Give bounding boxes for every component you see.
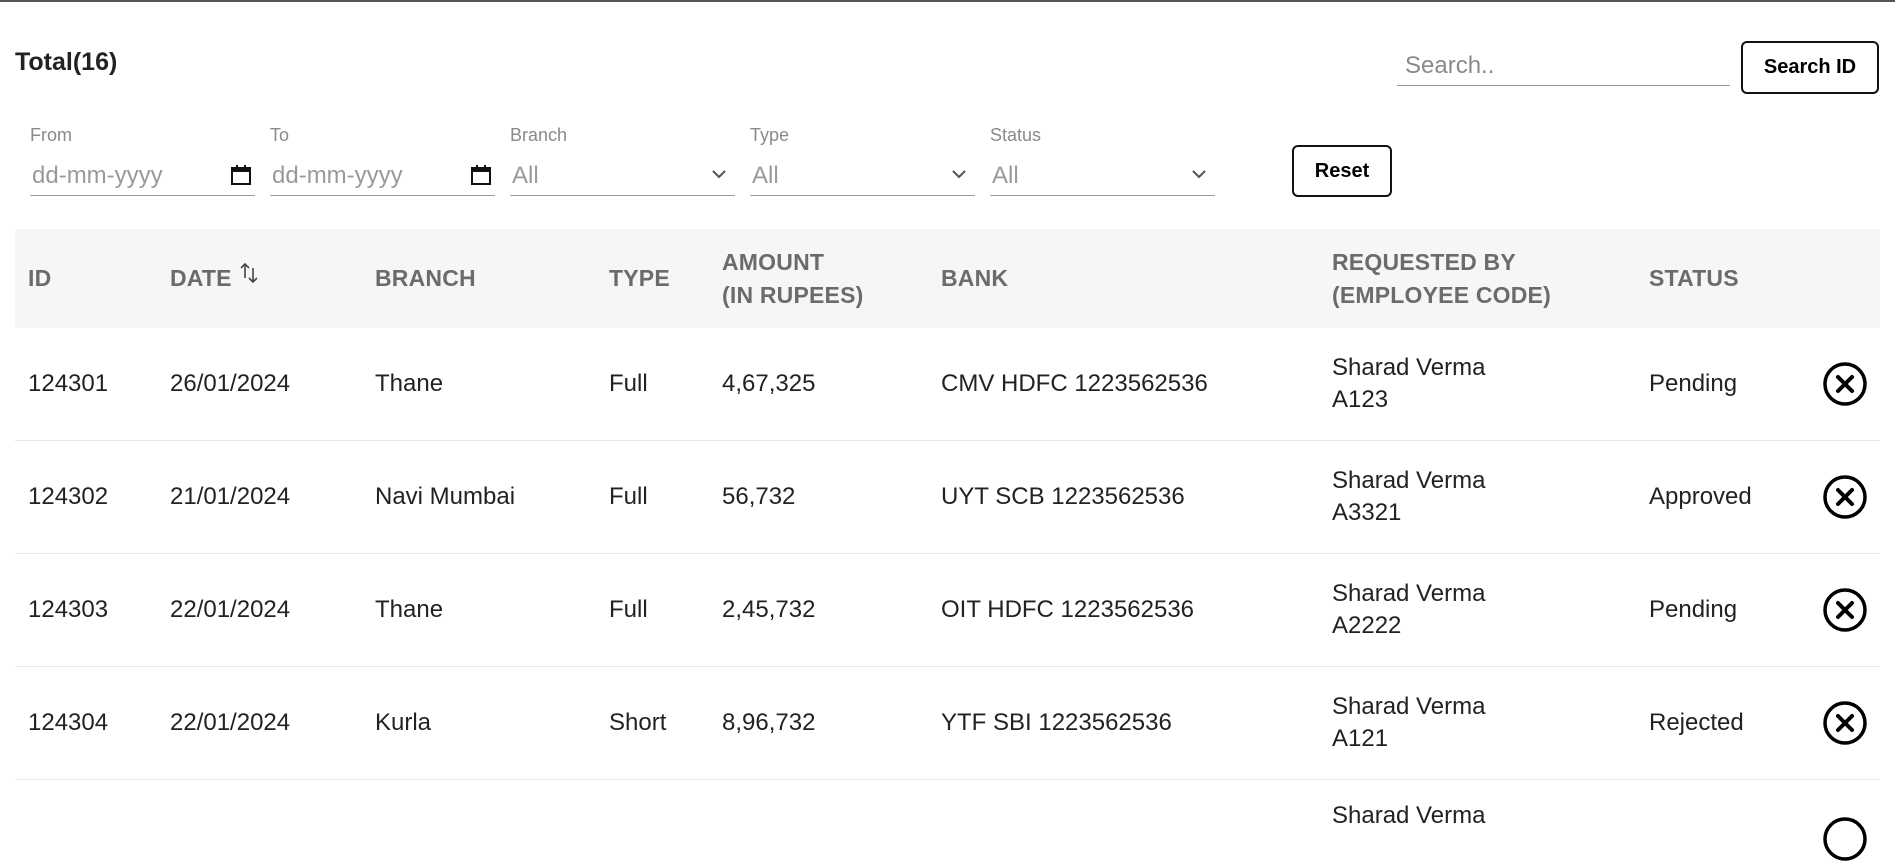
- calendar-icon[interactable]: [470, 164, 492, 186]
- cell-bank: UYT SCB 1223562536: [941, 483, 1185, 510]
- cell-date: 21/01/2024: [170, 483, 291, 510]
- cell-requested-by: Sharad Verma A121: [1332, 667, 1485, 779]
- cell-amount: 2,45,732: [722, 596, 816, 623]
- search-id-button[interactable]: Search ID: [1741, 41, 1879, 94]
- table-row: 124303 22/01/2024 Thane Full 2,45,732 OI…: [15, 554, 1880, 667]
- table-header: ID DATE BRANCH TYPE AMOUNT (IN RUPEES) B…: [15, 229, 1880, 328]
- cell-status: Pending: [1649, 370, 1738, 397]
- cell-id: 124303: [28, 596, 109, 623]
- table-row: 124304 22/01/2024 Kurla Short 8,96,732 Y…: [15, 667, 1880, 780]
- col-header-branch: BRANCH: [375, 265, 476, 291]
- col-header-requested-line2: (EMPLOYEE CODE): [1332, 281, 1551, 308]
- requester-name: Sharad Verma: [1332, 467, 1486, 494]
- top-border: [0, 0, 1895, 2]
- from-label: From: [30, 125, 72, 145]
- search-input[interactable]: [1397, 46, 1730, 86]
- table-row: 124301 26/01/2024 Thane Full 4,67,325 CM…: [15, 328, 1880, 441]
- cell-date: 22/01/2024: [170, 709, 291, 736]
- to-date-placeholder: dd-mm-yyyy: [272, 162, 403, 189]
- table-row-partial: Sharad Verma: [15, 780, 1880, 861]
- to-label: To: [270, 125, 290, 145]
- branch-filter[interactable]: Branch All: [510, 125, 735, 196]
- cell-branch: Navi Mumbai: [375, 483, 516, 510]
- cell-bank: YTF SBI 1223562536: [941, 709, 1172, 736]
- col-header-amount-line2: (IN RUPEES): [722, 281, 864, 308]
- cell-id: 124302: [28, 483, 109, 510]
- requester-name: Sharad Verma: [1332, 354, 1486, 381]
- col-header-amount: AMOUNT (IN RUPEES): [722, 229, 864, 328]
- cell-status: Pending: [1649, 596, 1738, 623]
- calendar-icon[interactable]: [230, 164, 252, 186]
- from-date-placeholder: dd-mm-yyyy: [32, 162, 163, 189]
- col-header-id: ID: [28, 265, 52, 291]
- requester-name: Sharad Verma: [1332, 580, 1486, 607]
- close-circle-icon[interactable]: [1822, 816, 1868, 862]
- col-header-amount-line1: AMOUNT: [722, 248, 825, 275]
- reset-button[interactable]: Reset: [1292, 145, 1392, 197]
- branch-select[interactable]: All: [510, 157, 735, 196]
- chevron-down-icon: [1192, 170, 1206, 179]
- col-header-date[interactable]: DATE: [170, 229, 260, 328]
- requester-name: Sharad Verma: [1332, 802, 1486, 829]
- cell-type: Short: [609, 709, 667, 736]
- status-select-value: All: [992, 162, 1019, 189]
- cell-requested-by: Sharad Verma A2222: [1332, 554, 1485, 666]
- employee-code: A2222: [1332, 612, 1402, 639]
- cell-amount: 4,67,325: [722, 370, 816, 397]
- requests-table: ID DATE BRANCH TYPE AMOUNT (IN RUPEES) B…: [15, 229, 1880, 861]
- type-select-value: All: [752, 162, 779, 189]
- from-date-input[interactable]: dd-mm-yyyy: [30, 157, 255, 196]
- close-circle-icon[interactable]: [1822, 700, 1868, 746]
- col-header-status: STATUS: [1649, 265, 1739, 291]
- to-date-input[interactable]: dd-mm-yyyy: [270, 157, 495, 196]
- cell-amount: 8,96,732: [722, 709, 816, 736]
- sort-icon[interactable]: [238, 261, 260, 285]
- col-header-type: TYPE: [609, 265, 670, 291]
- cell-branch: Thane: [375, 596, 444, 623]
- employee-code: A3321: [1332, 499, 1402, 526]
- close-circle-icon[interactable]: [1822, 474, 1868, 520]
- status-label: Status: [990, 125, 1042, 145]
- cell-type: Full: [609, 483, 648, 510]
- cell-id: 124301: [28, 370, 109, 397]
- col-header-requested-text: REQUESTED BY (EMPLOYEE CODE): [1332, 246, 1551, 312]
- table-row: 124302 21/01/2024 Navi Mumbai Full 56,73…: [15, 441, 1880, 554]
- requester-name: Sharad Verma: [1332, 693, 1486, 720]
- cell-date: 22/01/2024: [170, 596, 291, 623]
- type-select[interactable]: All: [750, 157, 975, 196]
- employee-code: A123: [1332, 386, 1389, 413]
- cell-bank: CMV HDFC 1223562536: [941, 370, 1208, 397]
- branch-select-value: All: [512, 162, 539, 189]
- cell-status: Approved: [1649, 483, 1752, 510]
- status-filter[interactable]: Status All: [990, 125, 1215, 196]
- cell-branch: Kurla: [375, 709, 432, 736]
- chevron-down-icon: [952, 170, 966, 179]
- to-date-filter[interactable]: To dd-mm-yyyy: [270, 125, 495, 196]
- total-count: Total(16): [15, 48, 118, 76]
- chevron-down-icon: [712, 170, 726, 179]
- col-header-date-label: DATE: [170, 265, 232, 291]
- cell-amount: 56,732: [722, 483, 796, 510]
- col-header-amount-text: AMOUNT (IN RUPEES): [722, 246, 864, 312]
- cell-requested-by: Sharad Verma A123: [1332, 328, 1485, 440]
- cell-type: Full: [609, 596, 648, 623]
- from-date-filter[interactable]: From dd-mm-yyyy: [30, 125, 255, 196]
- cell-requested-by: Sharad Verma A3321: [1332, 441, 1485, 553]
- status-select[interactable]: All: [990, 157, 1215, 196]
- close-circle-icon[interactable]: [1822, 361, 1868, 407]
- col-header-requested-line1: REQUESTED BY: [1332, 248, 1516, 275]
- employee-code: A121: [1332, 725, 1389, 752]
- cell-status: Rejected: [1649, 709, 1744, 736]
- col-header-requested-by: REQUESTED BY (EMPLOYEE CODE): [1332, 229, 1551, 328]
- col-header-bank: BANK: [941, 265, 1009, 291]
- cell-date: 26/01/2024: [170, 370, 291, 397]
- cell-id: 124304: [28, 709, 109, 736]
- cell-type: Full: [609, 370, 648, 397]
- branch-label: Branch: [510, 125, 568, 145]
- close-circle-icon[interactable]: [1822, 587, 1868, 633]
- type-filter[interactable]: Type All: [750, 125, 975, 196]
- cell-branch: Thane: [375, 370, 444, 397]
- type-label: Type: [750, 125, 790, 145]
- cell-bank: OIT HDFC 1223562536: [941, 596, 1195, 623]
